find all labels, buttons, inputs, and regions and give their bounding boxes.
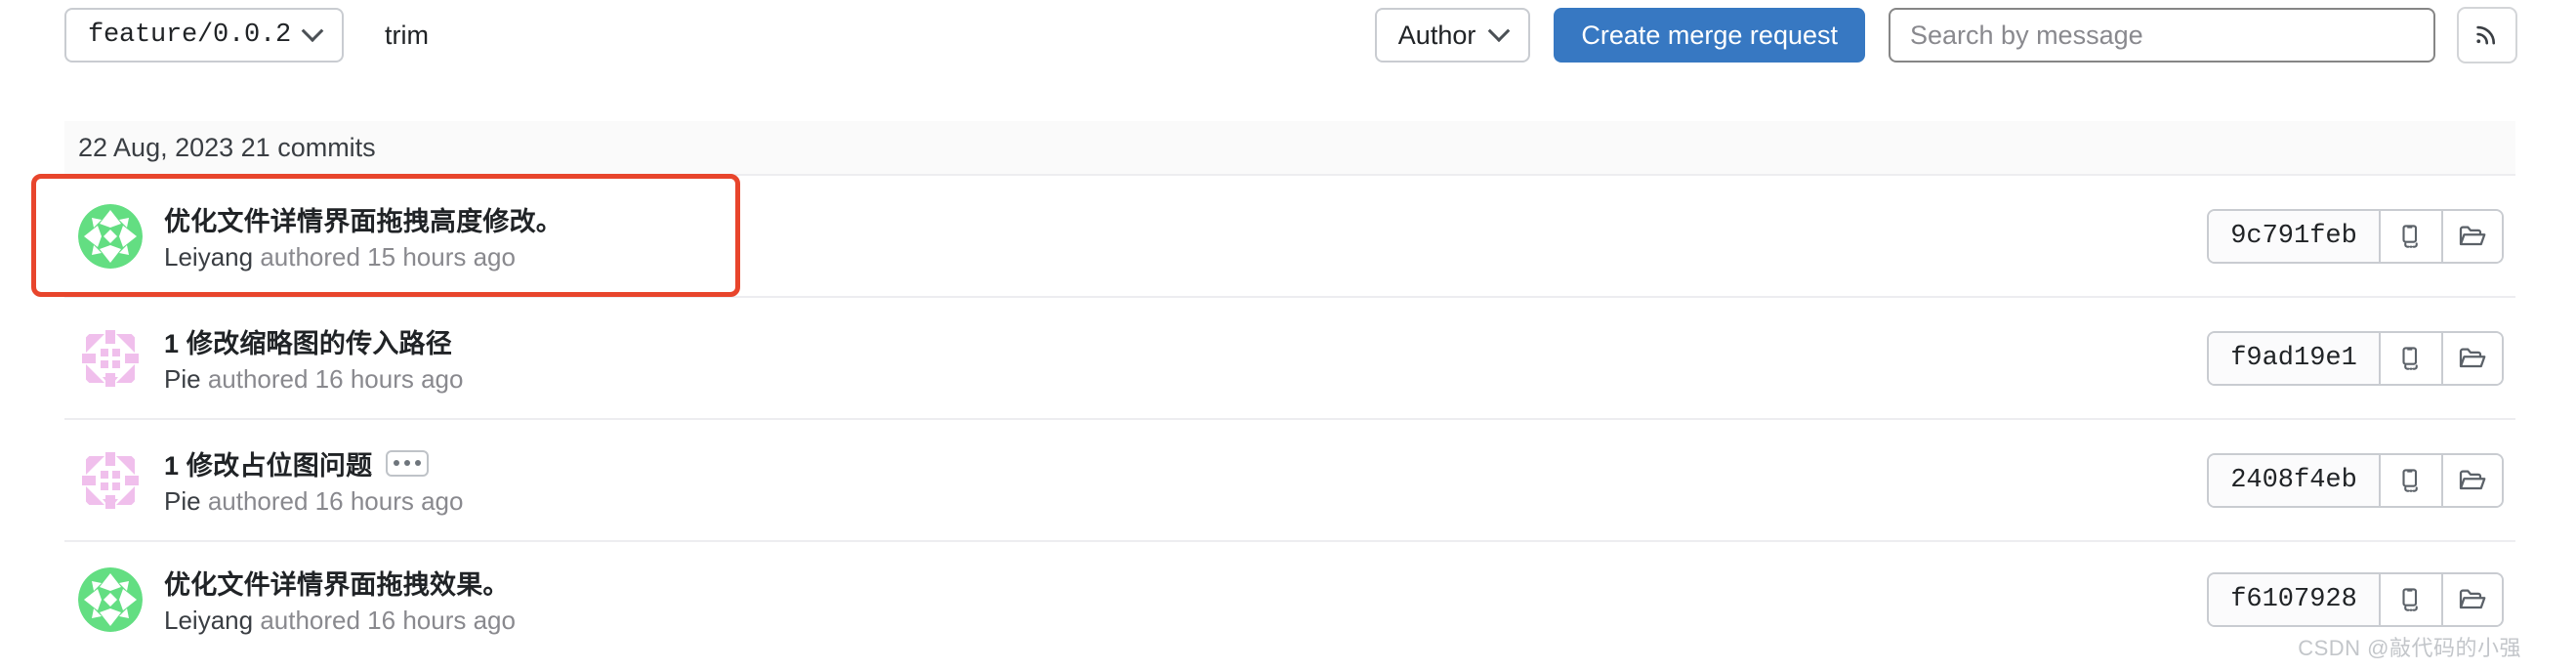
commit-sha[interactable]: f9ad19e1 — [2209, 332, 2381, 384]
copy-clipboard-icon — [2402, 346, 2418, 370]
commit-title-line: 1 修改缩略图的传入路径 — [164, 322, 463, 360]
browse-files-button[interactable] — [2441, 574, 2502, 625]
table-row[interactable]: 1 修改缩略图的传入路径 Pie authored 16 hours ago f… — [64, 298, 2515, 420]
toolbar-actions: Author Create merge request — [1374, 7, 2517, 63]
commit-sha[interactable]: 9c791feb — [2209, 210, 2381, 262]
commit-title-line: 1 修改占位图问题 — [164, 444, 463, 482]
avatar[interactable] — [78, 203, 143, 269]
commit-title[interactable]: 优化文件详情界面拖拽效果。 — [164, 564, 510, 602]
commit-sha-actions: f6107928 — [2207, 572, 2504, 627]
commit-timestamp: authored 15 hours ago — [260, 241, 516, 272]
commit-author[interactable]: Pie — [164, 364, 201, 394]
commit-meta: Leiyang authored 16 hours ago — [164, 606, 516, 636]
rss-feed-button[interactable] — [2457, 7, 2517, 63]
commit-title[interactable]: 1 修改占位图问题 — [164, 444, 372, 482]
date-header-label: 22 Aug, 2023 21 commits — [78, 132, 376, 162]
green-identicon-icon — [78, 567, 143, 632]
table-row[interactable]: 优化文件详情界面拖拽效果。 Leiyang authored 16 hours … — [64, 542, 2515, 657]
pink-identicon-icon — [78, 447, 143, 513]
copy-sha-button[interactable] — [2381, 574, 2441, 625]
folder-open-icon — [2459, 470, 2486, 489]
commit-sha-actions: f9ad19e1 — [2207, 330, 2504, 386]
avatar[interactable] — [78, 567, 143, 632]
commit-info: 优化文件详情界面拖拽高度修改。 Leiyang authored 15 hour… — [164, 200, 562, 272]
commit-timestamp: authored 16 hours ago — [260, 606, 516, 635]
commit-meta: Pie authored 16 hours ago — [164, 364, 463, 395]
create-merge-request-button[interactable]: Create merge request — [1554, 8, 1865, 63]
commit-info: 1 修改占位图问题 Pie authored 16 hours ago — [164, 444, 463, 517]
table-row[interactable]: 优化文件详情界面拖拽高度修改。 Leiyang authored 15 hour… — [64, 176, 2515, 298]
commit-author[interactable]: Leiyang — [164, 242, 253, 272]
expand-commit-description-button[interactable] — [386, 449, 430, 477]
commit-title-line: 优化文件详情界面拖拽效果。 — [164, 564, 516, 602]
folder-open-icon — [2459, 589, 2486, 609]
copy-sha-button[interactable] — [2381, 332, 2441, 384]
dot-icon — [394, 460, 400, 466]
commit-timestamp: authored 16 hours ago — [207, 363, 464, 394]
commit-author[interactable]: Leiyang — [164, 606, 253, 635]
search-input[interactable] — [1889, 8, 2435, 63]
commit-title[interactable]: 优化文件详情界面拖拽高度修改。 — [164, 200, 562, 238]
browse-files-button[interactable] — [2441, 210, 2502, 262]
commit-sha[interactable]: f6107928 — [2209, 574, 2381, 625]
green-identicon-icon — [78, 203, 143, 269]
commit-meta: Leiyang authored 15 hours ago — [164, 242, 562, 272]
folder-open-icon — [2459, 226, 2486, 245]
commit-list: 优化文件详情界面拖拽高度修改。 Leiyang authored 15 hour… — [64, 176, 2515, 657]
branch-selector[interactable]: feature/0.0.2 — [64, 8, 345, 63]
branch-name-label: feature/0.0.2 — [88, 21, 292, 50]
avatar[interactable] — [78, 325, 143, 391]
copy-sha-button[interactable] — [2381, 210, 2441, 262]
copy-sha-button[interactable] — [2381, 454, 2441, 506]
browse-files-button[interactable] — [2441, 332, 2502, 384]
commit-info: 优化文件详情界面拖拽效果。 Leiyang authored 16 hours … — [164, 564, 516, 636]
rss-feed-icon — [2476, 25, 2496, 45]
commit-author[interactable]: Pie — [164, 486, 201, 516]
browse-files-button[interactable] — [2441, 454, 2502, 506]
pink-identicon-icon — [78, 325, 143, 391]
chevron-down-icon — [301, 20, 324, 43]
author-filter-label: Author — [1397, 20, 1476, 50]
commits-page: feature/0.0.2 trim Author Create merge r… — [0, 0, 2576, 670]
copy-clipboard-icon — [2402, 588, 2418, 611]
avatar[interactable] — [78, 447, 143, 513]
commit-meta: Pie authored 16 hours ago — [164, 486, 463, 517]
chevron-down-icon — [1488, 20, 1511, 43]
author-filter-dropdown[interactable]: Author — [1374, 8, 1531, 63]
commit-title[interactable]: 1 修改缩略图的传入路径 — [164, 322, 452, 360]
watermark-label: CSDN @敲代码的小强 — [2298, 636, 2521, 660]
commit-date-header: 22 Aug, 2023 21 commits — [64, 121, 2515, 176]
repository-path-label: trim — [385, 20, 430, 50]
commit-timestamp: authored 16 hours ago — [207, 485, 464, 516]
commit-sha[interactable]: 2408f4eb — [2209, 454, 2381, 506]
copy-clipboard-icon — [2402, 224, 2418, 248]
dot-icon — [404, 460, 411, 466]
folder-open-icon — [2459, 348, 2486, 367]
commit-title-line: 优化文件详情界面拖拽高度修改。 — [164, 200, 562, 238]
copy-clipboard-icon — [2402, 468, 2418, 492]
commit-sha-actions: 9c791feb — [2207, 208, 2504, 264]
table-row[interactable]: 1 修改占位图问题 Pie authored 16 hours ago 2408… — [64, 420, 2515, 542]
commits-toolbar: feature/0.0.2 trim Author Create merge r… — [0, 0, 2576, 70]
commit-info: 1 修改缩略图的传入路径 Pie authored 16 hours ago — [164, 322, 463, 395]
dot-icon — [415, 460, 422, 466]
commit-sha-actions: 2408f4eb — [2207, 452, 2504, 508]
